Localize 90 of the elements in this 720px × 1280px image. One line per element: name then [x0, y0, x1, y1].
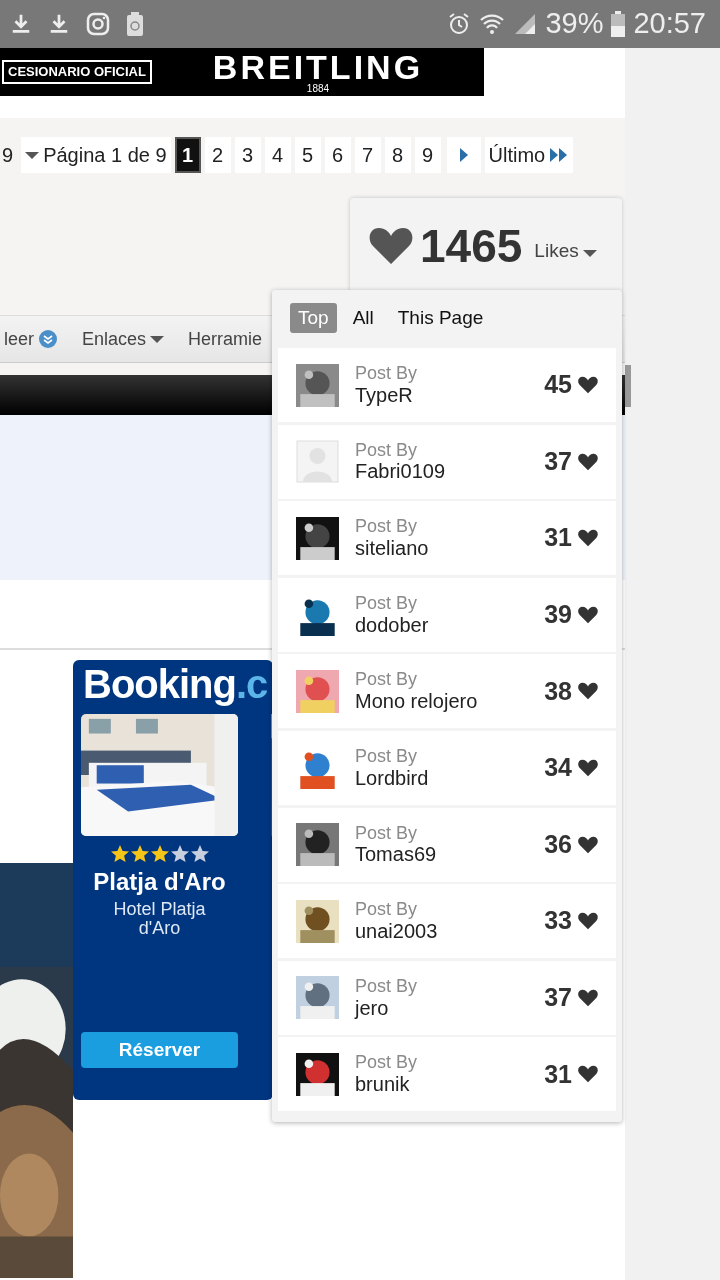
booking-ad[interactable]: Booking.c Platja d'Aro Hotel Platja d'Aro Réserver — [73, 660, 273, 1100]
page-fragment: 9 — [2, 143, 14, 168]
post-caption: Post By — [355, 364, 418, 384]
post-row[interactable]: Post By Tomas69 36 — [278, 807, 616, 882]
next-icon — [458, 147, 469, 163]
username: brunik — [355, 1073, 411, 1096]
post-row[interactable]: Post By unai2003 33 — [278, 884, 616, 959]
post-caption: Post By — [355, 1053, 418, 1074]
post-row[interactable]: Post By Lordbird 34 — [278, 730, 616, 805]
likes-count: 1465 — [420, 222, 523, 269]
clock: 20:57 — [633, 6, 706, 42]
page-link[interactable]: 7 — [354, 137, 381, 173]
page-link[interactable]: 2 — [204, 137, 231, 173]
username: Fabri0109 — [355, 460, 446, 483]
post-row[interactable]: Post By jero 37 — [278, 960, 616, 1035]
username: TypeR — [355, 383, 414, 406]
post-row[interactable]: Post By dodober 39 — [278, 577, 616, 652]
download-icon — [10, 12, 32, 36]
post-row[interactable]: Post By Mono relojero 38 — [278, 654, 616, 729]
page-link[interactable]: 5 — [294, 137, 321, 173]
chevron-icon — [38, 329, 58, 349]
post-caption: Post By — [355, 747, 419, 767]
star-icon — [129, 844, 150, 864]
post-caption: Post By — [355, 593, 419, 614]
like-count: 37 — [544, 445, 572, 477]
heart-icon — [576, 374, 600, 396]
next-page-button[interactable] — [446, 137, 481, 173]
username: unai2003 — [355, 920, 438, 943]
username: siteliano — [355, 537, 429, 560]
post-caption: Post By — [355, 976, 418, 997]
username: Mono relojero — [355, 690, 478, 713]
likes-label: Likes — [534, 239, 579, 264]
page-link[interactable]: 6 — [324, 137, 351, 173]
caret-icon — [25, 150, 40, 160]
star-icon — [149, 844, 170, 864]
like-count: 38 — [544, 675, 572, 707]
post-row[interactable]: Post By brunik 31 — [278, 1037, 616, 1112]
like-count: 36 — [544, 828, 572, 860]
post-caption: Post By — [355, 440, 419, 461]
page-jump-dropdown[interactable]: Página 1 de 9 — [21, 137, 171, 173]
post-row[interactable]: Post By Fabri0109 37 — [278, 424, 616, 499]
post-row[interactable]: Post By TypeR 45 — [278, 348, 616, 422]
battery-percent: 39% — [545, 6, 604, 42]
battery-saver-icon — [126, 12, 144, 36]
booking-logo: Booking.c — [82, 661, 269, 706]
like-count: 31 — [544, 1058, 572, 1090]
post-caption: Post By — [355, 900, 419, 921]
page-link[interactable]: 1 — [174, 137, 201, 173]
star-icon — [109, 844, 130, 864]
last-page-link[interactable]: Último — [484, 137, 574, 173]
like-count: 31 — [544, 522, 572, 554]
username: dodober — [355, 613, 429, 636]
hotel-name: Hotel Platja d'Aro — [112, 900, 207, 938]
scrollbar-thumb[interactable] — [625, 365, 631, 407]
nav-item[interactable]: Enlaces — [82, 325, 165, 353]
hotel-city: Platja d'Aro — [93, 867, 226, 897]
post-caption: Post By — [355, 670, 419, 691]
brand-year: 1884 — [306, 84, 330, 94]
filter-tab[interactable]: This Page — [389, 302, 492, 334]
brand-logo: BREITLING — [212, 50, 424, 84]
like-count: 37 — [544, 982, 572, 1013]
camera-icon — [86, 12, 110, 36]
like-count: 33 — [544, 905, 572, 937]
page-link[interactable]: 8 — [384, 137, 411, 173]
download-icon — [48, 12, 70, 36]
avatar-icon — [296, 440, 339, 484]
filter-tab[interactable]: All — [344, 302, 382, 334]
caret-icon — [582, 249, 597, 258]
caret-icon — [150, 334, 165, 344]
post-caption: Post By — [355, 517, 419, 538]
nav-item[interactable]: leer — [4, 325, 58, 353]
post-row[interactable]: Post By siteliano 31 — [278, 501, 616, 576]
post-caption: Post By — [355, 823, 419, 844]
page-link[interactable]: 9 — [414, 137, 441, 173]
like-count: 45 — [544, 369, 572, 401]
page-label: Página 1 de 9 — [43, 143, 167, 168]
username: jero — [355, 996, 390, 1019]
like-count: 34 — [544, 752, 572, 784]
nav-item[interactable]: Herramie — [188, 325, 263, 353]
like-count: 39 — [544, 599, 572, 631]
likes-button[interactable]: 1465 Likes — [350, 198, 622, 293]
username: Lordbird — [355, 766, 429, 789]
wifi-icon — [479, 12, 506, 36]
page-link[interactable]: 4 — [264, 137, 291, 173]
signal-icon — [513, 12, 538, 36]
page-link[interactable]: 3 — [234, 137, 261, 173]
ad-banner[interactable]: CESIONARIO OFICIAL BREITLING 1884 — [0, 48, 484, 96]
battery-icon — [611, 11, 626, 37]
username: Tomas69 — [355, 843, 437, 866]
banner-tagline: CESIONARIO OFICIAL — [2, 60, 152, 84]
